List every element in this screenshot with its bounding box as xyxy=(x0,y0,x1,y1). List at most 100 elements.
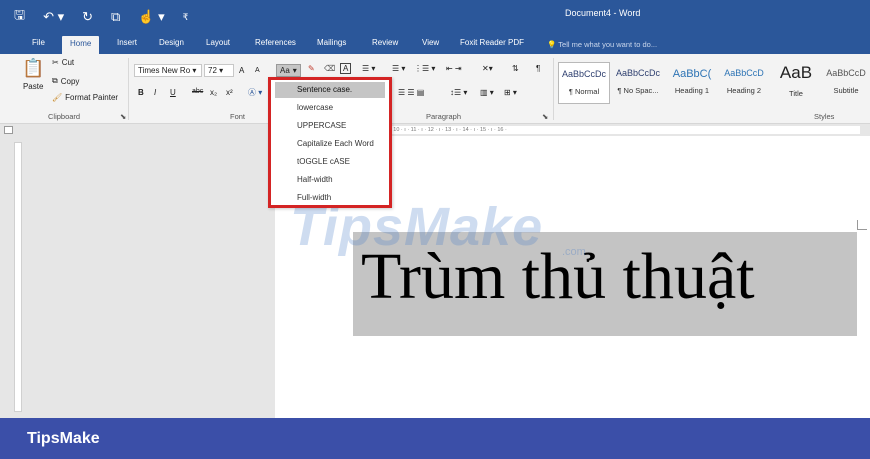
style-name: ¶ No Spac... xyxy=(617,86,659,95)
subscript-button[interactable]: x₂ xyxy=(210,88,217,97)
ribbon-tabs: File Home Insert Design Layout Reference… xyxy=(0,36,870,54)
format-painter-button[interactable]: 🖌 Format Painter xyxy=(52,93,118,102)
change-case-label: Aa xyxy=(280,66,290,75)
font-size-value: 72 xyxy=(208,66,217,75)
highlight-icon[interactable]: ✎ xyxy=(308,64,315,73)
shading-icon[interactable]: ▥ ▾ xyxy=(480,88,494,97)
font-name-box[interactable]: Times New Ro ▾ xyxy=(134,64,202,77)
grow-font-button[interactable]: A xyxy=(239,66,244,75)
tab-review[interactable]: Review xyxy=(372,38,398,47)
window-title: Document4 - Word xyxy=(565,8,641,18)
indent-icon[interactable]: ⇤ ⇥ xyxy=(446,64,462,73)
customize-icon[interactable]: ₹ xyxy=(183,12,189,23)
menu-item-uppercase[interactable]: UPPERCASE xyxy=(271,118,389,134)
redo-icon[interactable]: ↻ xyxy=(82,9,93,25)
font-group-label: Font xyxy=(230,112,246,121)
paste-label: Paste xyxy=(22,82,44,91)
tab-selector[interactable] xyxy=(4,126,13,134)
multilevel-list-icon[interactable]: ⋮☰ ▾ xyxy=(414,64,435,73)
tab-design[interactable]: Design xyxy=(159,38,184,47)
footer-brand: TipsMake xyxy=(27,430,100,447)
borders-icon[interactable]: ⊞ ▾ xyxy=(504,88,517,97)
pilcrow-icon[interactable]: ¶ xyxy=(536,64,540,73)
vertical-ruler[interactable] xyxy=(14,142,22,412)
tell-me-placeholder: Tell me what you want to do... xyxy=(558,40,658,49)
style-subtitle[interactable]: AaBbCcD Subtitle xyxy=(822,62,870,104)
document-workspace: Trùm thủ thuật xyxy=(0,136,870,418)
save-icon[interactable]: 🖫 xyxy=(14,6,25,28)
style-sample: AaBbC( xyxy=(672,68,712,80)
separator xyxy=(128,58,129,120)
bullets-icon[interactable]: ☰ ▾ xyxy=(362,64,375,73)
menu-item-full-width[interactable]: Full-width xyxy=(271,190,389,206)
brush-icon: 🖌 xyxy=(52,93,63,102)
style-name: Subtitle xyxy=(833,86,859,95)
align-icon[interactable]: ☰ ☰ ▤ xyxy=(398,88,424,97)
tab-insert[interactable]: Insert xyxy=(117,38,137,47)
tab-foxit[interactable]: Foxit Reader PDF xyxy=(460,38,524,47)
tab-layout[interactable]: Layout xyxy=(206,38,230,47)
font-size-box[interactable]: 72 ▾ xyxy=(204,64,234,77)
paragraph-dialog-icon[interactable]: ⬊ xyxy=(542,112,548,121)
watermark-suffix: .com xyxy=(562,246,586,258)
italic-button[interactable]: I xyxy=(154,88,156,97)
style-name: Heading 1 xyxy=(674,86,710,95)
touch-mode-icon[interactable]: ☝ ▾ xyxy=(138,9,164,25)
menu-item-lowercase[interactable]: lowercase xyxy=(271,100,389,116)
style-normal[interactable]: AaBbCcDc ¶ Normal xyxy=(558,62,610,104)
style-name: Heading 2 xyxy=(726,86,762,95)
style-heading-1[interactable]: AaBbC( Heading 1 xyxy=(666,62,718,104)
menu-item-half-width[interactable]: Half-width xyxy=(271,172,389,188)
title-bar: 🖫 ↶ ▾ ↻ ⧉ ☝ ▾ ₹ Document4 - Word xyxy=(0,0,870,36)
cut-button[interactable]: ✂ Cut xyxy=(52,58,74,67)
menu-item-sentence-case[interactable]: Sentence case. xyxy=(275,82,385,98)
quick-access-toolbar: 🖫 ↶ ▾ ↻ ⧉ ☝ ▾ ₹ xyxy=(14,6,188,28)
menu-item-toggle-case[interactable]: tOGGLE cASE xyxy=(271,154,389,170)
tab-file[interactable]: File xyxy=(32,38,45,47)
style-title[interactable]: AaB Title xyxy=(770,62,822,104)
style-name: Title xyxy=(789,89,803,98)
style-sample: AaBbCcDc xyxy=(615,68,660,78)
margin-marker xyxy=(857,220,867,230)
font-name-value: Times New Ro xyxy=(138,66,191,75)
underline-button[interactable]: U xyxy=(170,88,176,97)
menu-item-capitalize[interactable]: Capitalize Each Word xyxy=(271,136,389,152)
lightbulb-icon: 💡 xyxy=(547,40,559,49)
change-case-button[interactable]: Aa ▾ xyxy=(276,64,301,77)
ribbon: 📋 Paste ✂ Cut ⧉ Copy 🖌 Format Painter Clipb… xyxy=(0,54,870,124)
style-sample: AaBbCcD xyxy=(724,68,764,78)
line-spacing-icon[interactable]: ↕☰ ▾ xyxy=(450,88,467,97)
dialog-launcher-icon[interactable]: ⬊ xyxy=(120,112,126,121)
style-sample: AaBbCcDc xyxy=(561,69,606,79)
format-painter-label: Format Painter xyxy=(65,93,119,102)
bold-button[interactable]: B xyxy=(138,88,144,97)
tab-view[interactable]: View xyxy=(422,38,439,47)
scissors-icon: ✂ xyxy=(52,58,59,67)
style-heading-2[interactable]: AaBbCcD Heading 2 xyxy=(718,62,770,104)
asian-layout-icon[interactable]: ✕▾ xyxy=(482,64,493,73)
strikethrough-button[interactable]: abc xyxy=(192,88,203,95)
paste-button[interactable]: 📋 Paste xyxy=(22,58,44,91)
clear-formatting-icon[interactable]: ⌫ xyxy=(324,64,335,73)
sort-icon[interactable]: ⇅ xyxy=(512,64,519,73)
horizontal-ruler: · 2 · ı · 3 · ı · 4 · ı · 5 · ı · 6 · ı … xyxy=(0,124,870,136)
superscript-button[interactable]: x² xyxy=(226,88,233,97)
style-sample: AaBbCcD xyxy=(826,68,866,78)
tab-home[interactable]: Home xyxy=(62,36,100,54)
tell-me-box[interactable]: 💡 Tell me what you want to do... xyxy=(547,40,657,49)
tab-references[interactable]: References xyxy=(255,38,296,47)
layout-icon[interactable]: ⧉ xyxy=(111,9,120,25)
text-effects-icon[interactable]: Ⓐ ▾ xyxy=(248,87,262,98)
clipboard-icon: 📋 xyxy=(22,58,45,78)
shrink-font-button[interactable]: A xyxy=(255,67,260,74)
numbering-icon[interactable]: ☰ ▾ xyxy=(392,64,405,73)
style-no-spacing[interactable]: AaBbCcDc ¶ No Spac... xyxy=(612,62,664,104)
clipboard-group-label: Clipboard xyxy=(48,112,81,121)
tab-mailings[interactable]: Mailings xyxy=(317,38,346,47)
copy-button[interactable]: ⧉ Copy xyxy=(52,76,79,86)
cut-label: Cut xyxy=(61,58,75,67)
undo-icon[interactable]: ↶ ▾ xyxy=(43,9,64,25)
char-border-icon[interactable]: A xyxy=(340,63,352,74)
paragraph-group-label: Paragraph xyxy=(426,112,462,121)
copy-label: Copy xyxy=(60,76,80,86)
